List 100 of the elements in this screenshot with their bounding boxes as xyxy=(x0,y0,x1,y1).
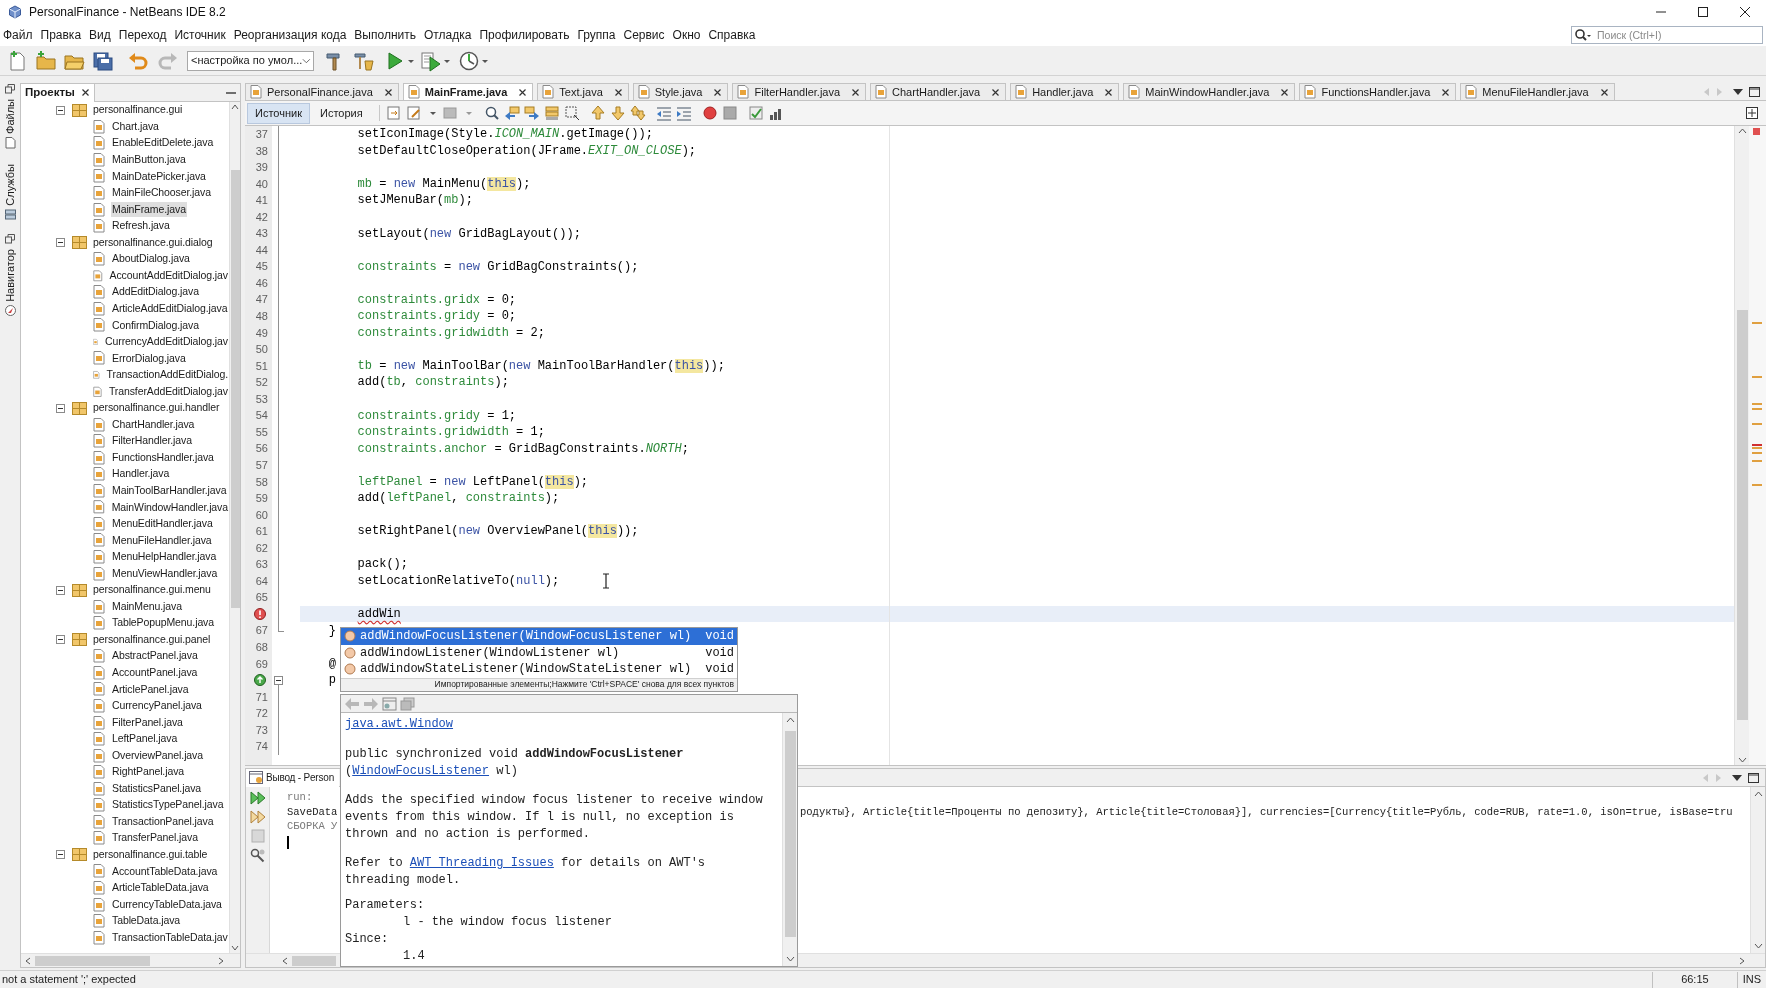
tree-item[interactable]: MainFrame.java xyxy=(111,201,187,218)
close-icon[interactable] xyxy=(991,87,1001,97)
tree-item[interactable]: ConfirmDialog.java xyxy=(111,317,200,334)
tree-item[interactable]: RightPanel.java xyxy=(111,764,186,780)
tree-item[interactable]: AccountTableData.java xyxy=(111,863,219,880)
menu-item[interactable]: Отладка xyxy=(420,26,476,44)
arrow-left-icon[interactable] xyxy=(503,105,520,121)
scrollbar[interactable] xyxy=(229,102,240,953)
tree-item[interactable]: Handler.java xyxy=(111,466,171,483)
close-icon[interactable] xyxy=(1280,87,1290,97)
tree-item[interactable]: MenuFileHandler.java xyxy=(111,532,213,549)
collapse-icon[interactable] xyxy=(274,676,283,686)
dropdown-icon[interactable] xyxy=(1732,773,1742,782)
page-pencil-icon[interactable] xyxy=(405,105,422,121)
tree-item[interactable]: ErrorDialog.java xyxy=(111,350,187,367)
dotted-box-icon[interactable] xyxy=(563,105,580,121)
tree-item[interactable]: TransferPanel.java xyxy=(111,830,199,847)
menu-item[interactable]: Вид xyxy=(85,26,115,44)
tree-item[interactable]: StatisticsTypePanel.java xyxy=(111,797,225,814)
tree-item[interactable]: CurrencyTableData.java xyxy=(111,896,223,913)
editor-tab[interactable]: MainFrame.java xyxy=(402,83,534,100)
copy-icon[interactable] xyxy=(400,696,415,711)
double-play-icon[interactable] xyxy=(249,791,266,805)
tree-item[interactable]: OverviewPanel.java xyxy=(111,747,204,764)
tree-item[interactable]: CurrencyAddEditDialog.jav xyxy=(104,334,229,350)
tree-item[interactable]: AccountPanel.java xyxy=(111,665,199,681)
tree-item[interactable]: LeftPanel.java xyxy=(111,731,179,747)
stack-icon[interactable] xyxy=(543,105,560,121)
doc-link[interactable]: AWT Threading Issues xyxy=(409,856,554,870)
close-icon[interactable] xyxy=(1738,6,1752,18)
arrows-icon[interactable] xyxy=(629,105,646,121)
tree-item[interactable]: MainFileChooser.java xyxy=(111,185,212,201)
collapse-icon[interactable] xyxy=(56,403,65,413)
side-tab[interactable]: Навигатор xyxy=(3,248,17,302)
collapse-icon[interactable] xyxy=(56,635,65,645)
menu-item[interactable]: Файл xyxy=(0,26,37,44)
scrollbar[interactable] xyxy=(21,953,240,967)
editor-tab[interactable]: MainWindowHandler.java xyxy=(1123,83,1296,100)
close-icon[interactable] xyxy=(713,87,723,97)
tree-item[interactable]: MainButton.java xyxy=(111,152,187,168)
editor-tab[interactable]: ChartHandler.java xyxy=(870,83,1007,100)
tree-item[interactable]: AbstractPanel.java xyxy=(111,648,199,665)
configuration-dropdown[interactable]: <настройка по умол... xyxy=(187,50,314,71)
collapse-icon[interactable] xyxy=(56,105,65,115)
class-link[interactable]: java.awt.Window xyxy=(345,717,454,731)
close-icon[interactable] xyxy=(1104,87,1114,97)
tree-item[interactable]: MenuEditHandler.java xyxy=(111,516,214,532)
close-icon[interactable] xyxy=(613,87,623,97)
tree-item[interactable]: TransactionAddEditDialog. xyxy=(105,367,229,383)
side-tab[interactable]: Файлы xyxy=(3,99,17,134)
editor-tab[interactable]: FilterHandler.java xyxy=(732,83,867,100)
tree-item[interactable]: personalfinance.gui.menu xyxy=(92,582,212,598)
indent-right-icon[interactable] xyxy=(675,105,692,121)
tree-item[interactable]: FunctionsHandler.java xyxy=(111,449,215,466)
menu-item[interactable]: Реорганизация кода xyxy=(229,26,351,44)
arrow-right-icon[interactable] xyxy=(523,105,540,121)
panel-tab[interactable]: Проекты xyxy=(21,83,95,102)
tree-item[interactable]: TransactionPanel.java xyxy=(111,813,215,830)
collapse-icon[interactable] xyxy=(56,238,65,248)
maximize-icon[interactable] xyxy=(1749,86,1760,97)
tree-item[interactable]: ArticleTableData.java xyxy=(111,880,210,896)
completion-item[interactable]: addWindowFocusListener(WindowFocusListener wl) void xyxy=(341,628,737,645)
tree-item[interactable]: AboutDialog.java xyxy=(111,251,191,268)
tree-item[interactable]: personalfinance.gui.table xyxy=(92,847,209,863)
save-icon[interactable] xyxy=(91,49,113,72)
editor-tab[interactable]: FunctionsHandler.java xyxy=(1299,83,1457,100)
indent-left-icon[interactable] xyxy=(655,105,672,121)
tree-item[interactable]: ArticleAddEditDialog.java xyxy=(111,300,229,317)
menu-item[interactable]: Переход xyxy=(114,26,171,44)
type-link[interactable]: WindowFocusListener xyxy=(352,764,490,778)
menu-item[interactable]: Группа xyxy=(573,26,620,44)
grid-plus-icon[interactable] xyxy=(1746,107,1758,119)
menu-item[interactable]: Источник xyxy=(170,26,230,44)
close-icon[interactable] xyxy=(1599,87,1609,97)
scrollbar[interactable] xyxy=(1734,126,1749,765)
tree-item[interactable]: AddEditDialog.java xyxy=(111,284,200,301)
tree-item[interactable]: FilterPanel.java xyxy=(111,714,184,731)
menu-item[interactable]: Правка xyxy=(36,26,86,44)
close-icon[interactable] xyxy=(518,87,528,97)
tree-item[interactable]: MainToolBarHandler.java xyxy=(111,482,228,499)
maximize-icon[interactable] xyxy=(1696,6,1710,18)
view-tab[interactable]: История xyxy=(311,102,371,124)
tree-item[interactable]: ArticlePanel.java xyxy=(111,681,190,698)
menu-item[interactable]: Выполнить xyxy=(350,26,420,44)
tree-item[interactable]: StatisticsPanel.java xyxy=(111,780,203,797)
scrollbar[interactable] xyxy=(782,713,797,966)
tree-item[interactable]: personalfinance.gui xyxy=(92,102,184,119)
stop-icon[interactable] xyxy=(721,105,738,121)
tree-item[interactable]: ChartHandler.java xyxy=(111,416,196,433)
tree-item[interactable]: MainWindowHandler.java xyxy=(110,499,229,516)
tree-item[interactable]: AccountAddEditDialog.jav xyxy=(108,267,229,284)
tree-item[interactable]: CurrencyPanel.java xyxy=(111,698,203,714)
editor-tab[interactable]: MenuFileHandler.java xyxy=(1460,83,1615,100)
tree-item[interactable]: Refresh.java xyxy=(111,218,171,234)
collapse-icon[interactable] xyxy=(56,850,65,860)
dropdown-icon[interactable] xyxy=(1733,87,1743,96)
side-tab[interactable]: Службы xyxy=(3,163,17,206)
maximize-icon[interactable] xyxy=(1748,772,1759,783)
menu-item[interactable]: Сервис xyxy=(619,26,669,44)
menu-item[interactable]: Справка xyxy=(704,26,760,44)
